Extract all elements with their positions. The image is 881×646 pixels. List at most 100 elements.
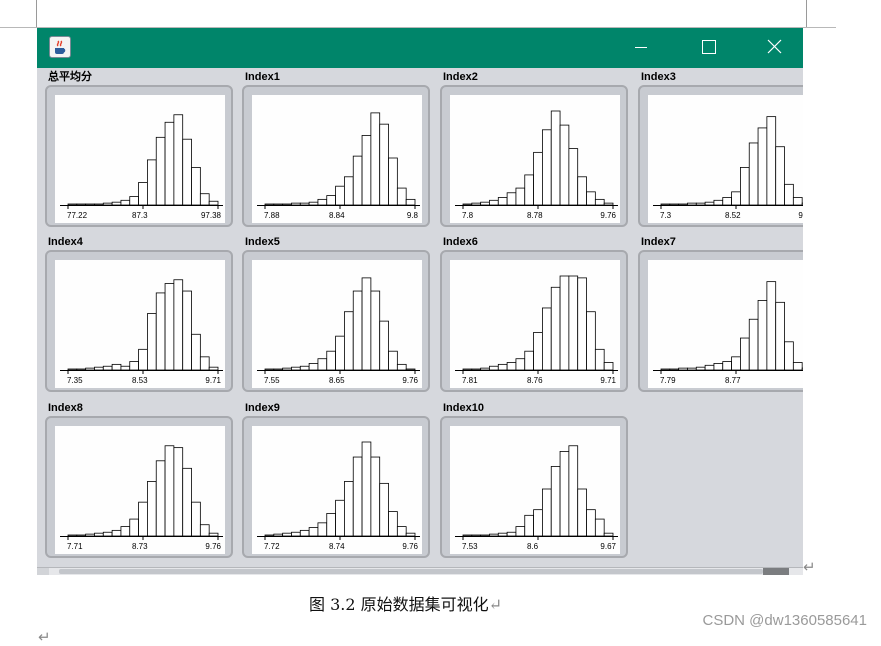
histogram-bar bbox=[516, 359, 525, 370]
histogram-chart bbox=[450, 260, 620, 388]
minimize-button[interactable] bbox=[618, 28, 664, 68]
histogram-bar bbox=[309, 202, 318, 205]
histogram-plot: 7.538.69.67 bbox=[450, 426, 620, 554]
histogram-bar bbox=[362, 135, 371, 205]
histogram-bar bbox=[183, 468, 192, 536]
x-tick-label: 8.53 bbox=[132, 376, 148, 386]
histogram-bar bbox=[86, 204, 95, 205]
x-tick-label: 7.53 bbox=[462, 542, 478, 552]
figure-caption: 图 3.2 原始数据集可视化↵ bbox=[309, 591, 502, 615]
histogram-panel: 7.728.749.76 bbox=[242, 416, 430, 558]
histogram-plot: 7.358.539.71 bbox=[55, 260, 225, 388]
histogram-bar bbox=[723, 362, 732, 370]
histogram-bar bbox=[670, 204, 679, 205]
histogram-bar bbox=[291, 203, 300, 205]
x-tick-label: 7.79 bbox=[660, 376, 676, 386]
histogram-bar bbox=[670, 369, 679, 370]
x-tick-label: 7.88 bbox=[264, 211, 280, 221]
histogram-bar bbox=[406, 199, 415, 205]
histogram-bar bbox=[740, 338, 749, 370]
histogram-bar bbox=[525, 515, 534, 536]
histogram-bar bbox=[344, 312, 353, 370]
histogram-bar bbox=[793, 362, 802, 370]
close-button[interactable] bbox=[752, 28, 798, 68]
histogram-bar bbox=[318, 359, 327, 370]
histogram-chart bbox=[55, 95, 225, 223]
panel-title: Index2 bbox=[443, 70, 478, 84]
histogram-bar bbox=[696, 367, 705, 370]
x-tick-label: 9.71 bbox=[600, 376, 616, 386]
x-tick-label: 9.76 bbox=[600, 211, 616, 221]
scroll-left-button[interactable] bbox=[37, 568, 49, 575]
x-tick-label: 9.73 bbox=[798, 211, 803, 221]
histogram-bar bbox=[362, 442, 371, 536]
histogram-bar bbox=[344, 177, 353, 205]
histogram-bar bbox=[714, 200, 723, 205]
horizontal-scrollbar[interactable] bbox=[37, 567, 803, 575]
x-tick-label: 8.77 bbox=[725, 376, 741, 386]
scrollbar-thumb[interactable] bbox=[59, 569, 763, 574]
histogram-panel: 7.798.779.7 bbox=[638, 250, 803, 392]
x-tick-label: 77.22 bbox=[67, 211, 87, 221]
histogram-bar bbox=[200, 194, 209, 205]
histogram-bar bbox=[336, 500, 345, 536]
java-icon[interactable] bbox=[49, 36, 71, 58]
x-tick-label: 9.76 bbox=[402, 542, 418, 552]
histogram-bar bbox=[165, 284, 174, 370]
document-frame bbox=[36, 0, 807, 28]
histogram-bar bbox=[112, 364, 121, 370]
histogram-panel: 7.88.789.76 bbox=[440, 85, 628, 227]
histogram-bar bbox=[130, 362, 139, 370]
histogram-bar bbox=[578, 278, 587, 370]
histogram-panel: 7.718.739.76 bbox=[45, 416, 233, 558]
histogram-chart bbox=[450, 426, 620, 554]
x-tick-label: 8.73 bbox=[132, 542, 148, 552]
histogram-bar bbox=[103, 366, 112, 370]
histogram-bar bbox=[77, 369, 86, 370]
histogram-bar bbox=[406, 533, 415, 536]
histogram-bar bbox=[192, 502, 201, 536]
histogram-bar bbox=[595, 519, 604, 536]
x-tick-label: 9.67 bbox=[600, 542, 616, 552]
panel-title: Index6 bbox=[443, 235, 478, 249]
histogram-bar bbox=[472, 203, 481, 205]
panel-title: Index10 bbox=[443, 401, 484, 415]
histogram-bar bbox=[371, 291, 380, 370]
paragraph-return-mark: ↵ bbox=[38, 630, 51, 646]
histogram-bar bbox=[200, 525, 209, 536]
histogram-bar bbox=[463, 204, 472, 205]
x-tick-label: 7.55 bbox=[264, 376, 280, 386]
histogram-plot: 7.558.659.76 bbox=[252, 260, 422, 388]
histogram-bar bbox=[130, 197, 139, 205]
histogram-bar bbox=[472, 369, 481, 370]
histogram-bar bbox=[785, 342, 794, 370]
histogram-panel: 77.2287.397.38 bbox=[45, 85, 233, 227]
maximize-button[interactable] bbox=[686, 28, 732, 68]
histogram-plot: 7.728.749.76 bbox=[252, 426, 422, 554]
scroll-right-button[interactable] bbox=[763, 568, 789, 575]
histogram-plot: 7.38.529.73 bbox=[648, 95, 803, 223]
histogram-plot: 7.718.739.76 bbox=[55, 426, 225, 554]
histogram-bar bbox=[94, 204, 103, 205]
histogram-bar bbox=[740, 167, 749, 205]
histogram-bar bbox=[174, 115, 183, 205]
histogram-bar bbox=[785, 184, 794, 205]
histogram-bar bbox=[283, 533, 292, 536]
histogram-bar bbox=[749, 143, 758, 205]
histogram-bar bbox=[542, 308, 551, 370]
close-icon bbox=[752, 28, 798, 68]
histogram-bar bbox=[300, 366, 309, 370]
maximize-icon bbox=[686, 28, 732, 68]
histogram-bar bbox=[112, 530, 121, 536]
histogram-bar bbox=[498, 533, 507, 536]
histogram-bar bbox=[165, 122, 174, 205]
x-tick-label: 8.76 bbox=[527, 376, 543, 386]
histogram-bar bbox=[121, 200, 130, 205]
x-tick-label: 97.38 bbox=[201, 211, 221, 221]
histogram-bar bbox=[192, 167, 201, 205]
x-tick-label: 7.8 bbox=[462, 211, 473, 221]
histogram-bar bbox=[560, 451, 569, 536]
histogram-bar bbox=[94, 533, 103, 536]
histogram-bar bbox=[604, 203, 613, 205]
histogram-bar bbox=[353, 156, 362, 205]
